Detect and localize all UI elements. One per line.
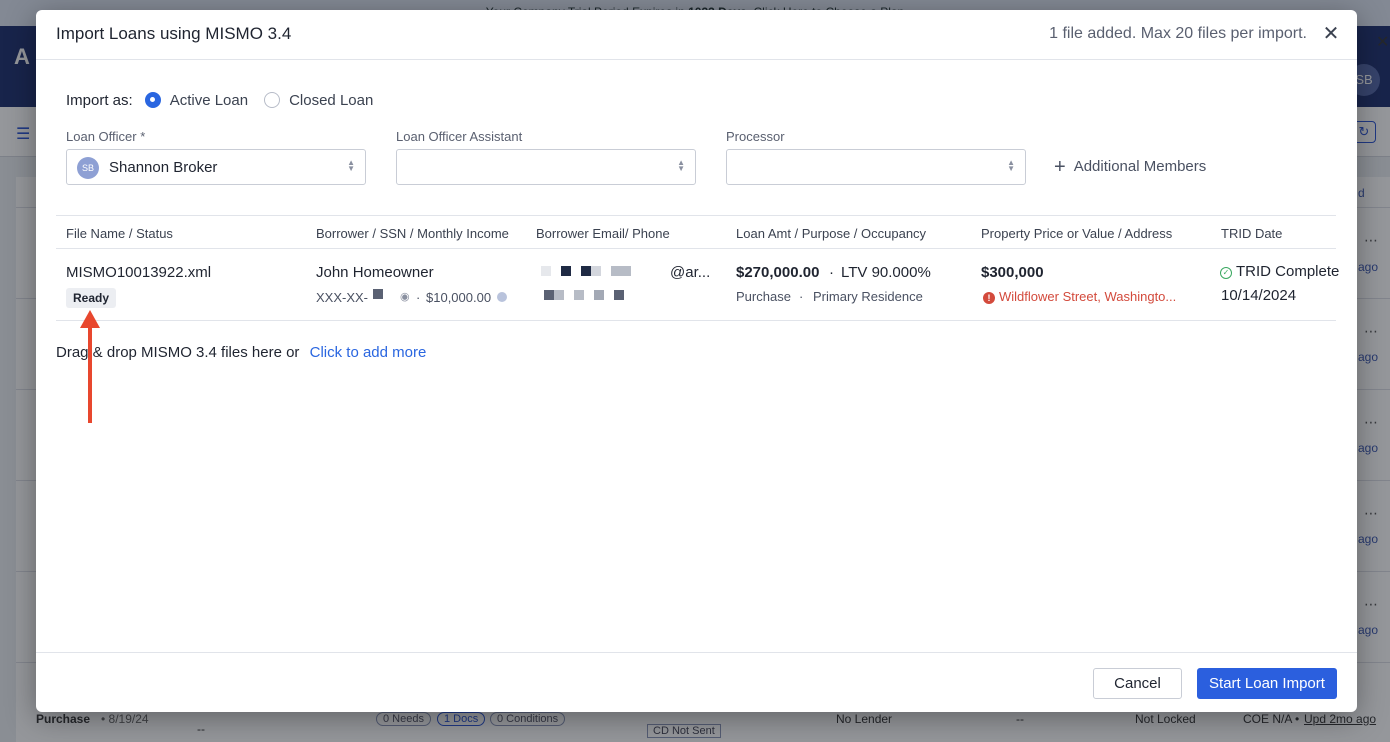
select-caret-icon: ▲ ▼ — [1007, 158, 1015, 173]
property-address: Wildflower Street, Washingto... — [999, 289, 1177, 304]
redacted-block — [611, 266, 631, 276]
loan-amount: $270,000.00 — [736, 264, 820, 281]
loan-officer-select[interactable]: SB Shannon Broker ▲ ▼ — [66, 149, 366, 185]
redacted-block — [594, 290, 604, 300]
assistant-select[interactable]: ▲ ▼ — [396, 149, 696, 185]
cancel-button[interactable]: Cancel — [1093, 668, 1182, 699]
redacted-block — [581, 266, 591, 276]
start-loan-import-button[interactable]: Start Loan Import — [1197, 668, 1337, 699]
add-more-files-link[interactable]: Click to add more — [310, 344, 427, 361]
redacted-block — [544, 290, 554, 300]
eye-icon[interactable]: ◉ — [400, 290, 410, 303]
column-header: TRID Date — [1221, 226, 1283, 241]
processor-label: Processor — [726, 129, 785, 144]
additional-members-button[interactable]: + Additional Members — [1054, 155, 1207, 178]
redacted-block — [554, 290, 564, 300]
closed-loan-label[interactable]: Closed Loan — [289, 92, 373, 109]
column-header: Loan Amt / Purpose / Occupancy — [736, 226, 927, 241]
redacted-block — [373, 289, 383, 299]
purpose-separator: · — [799, 289, 804, 304]
property-value: $300,000 — [981, 264, 1044, 281]
info-icon[interactable] — [497, 292, 507, 302]
plus-icon: + — [1054, 155, 1066, 178]
trid-status: TRID Complete — [1236, 263, 1340, 280]
modal-header: Import Loans using MISMO 3.4 1 file adde… — [36, 10, 1357, 60]
file-name: MISMO10013922.xml — [66, 264, 212, 281]
redacted-block — [541, 266, 551, 276]
import-as-label: Import as: — [66, 91, 133, 109]
additional-members-label: Additional Members — [1073, 158, 1207, 175]
import-as-group: Import as: Active Loan Closed Loan — [66, 90, 389, 110]
processor-select[interactable]: ▲ ▼ — [726, 149, 1026, 185]
email-suffix: @ar... — [670, 264, 711, 281]
active-loan-radio[interactable] — [144, 92, 161, 108]
redacted-block — [614, 290, 624, 300]
select-caret-icon: ▲ ▼ — [347, 158, 355, 173]
modal-title: Import Loans using MISMO 3.4 — [56, 24, 292, 43]
table-row: MISMO10013922.xml Ready John Homeowner X… — [56, 249, 1340, 321]
column-header: Property Price or Value / Address — [981, 226, 1173, 241]
file-count-status: 1 file added. Max 20 files per import. — [1049, 25, 1307, 42]
borrower-name: John Homeowner — [316, 264, 434, 281]
redacted-block — [574, 290, 584, 300]
check-circle-icon: ✓ — [1220, 267, 1232, 279]
table-header: File Name / Status Borrower / SSN / Mont… — [56, 215, 1336, 249]
closed-loan-radio[interactable] — [264, 92, 281, 108]
assistant-label: Loan Officer Assistant — [396, 129, 523, 144]
modal-footer: Cancel Start Loan Import — [36, 652, 1357, 712]
column-header: Borrower Email/ Phone — [536, 226, 670, 241]
occupancy: Primary Residence — [813, 289, 923, 304]
active-loan-label[interactable]: Active Loan — [170, 92, 248, 109]
status-badge: Ready — [66, 288, 117, 308]
income-separator: · — [416, 290, 421, 305]
column-header: File Name / Status — [66, 226, 173, 241]
redacted-block — [561, 266, 571, 276]
ltv-separator: · — [829, 264, 834, 281]
loan-officer-label: Loan Officer * — [66, 129, 146, 144]
loan-officer-value: Shannon Broker — [109, 159, 218, 176]
trid-date: 10/14/2024 — [1221, 287, 1297, 304]
ltv-value: LTV 90.000% — [841, 264, 931, 281]
close-icon[interactable]: ✕ — [1319, 22, 1343, 46]
monthly-income: $10,000.00 — [426, 290, 492, 305]
file-drop-zone[interactable]: Drag & drop MISMO 3.4 files here or Clic… — [56, 344, 426, 361]
warning-icon: ! — [983, 292, 995, 304]
annotation-arrow-icon — [80, 310, 100, 423]
loan-officer-avatar: SB — [77, 157, 99, 179]
column-header: Borrower / SSN / Monthly Income — [316, 226, 509, 241]
import-loans-modal: Import Loans using MISMO 3.4 1 file adde… — [36, 10, 1357, 712]
loan-purpose: Purchase — [736, 289, 791, 304]
ssn-masked: XXX-XX- — [316, 290, 369, 305]
select-caret-icon: ▲ ▼ — [677, 158, 685, 173]
redacted-block — [591, 266, 601, 276]
